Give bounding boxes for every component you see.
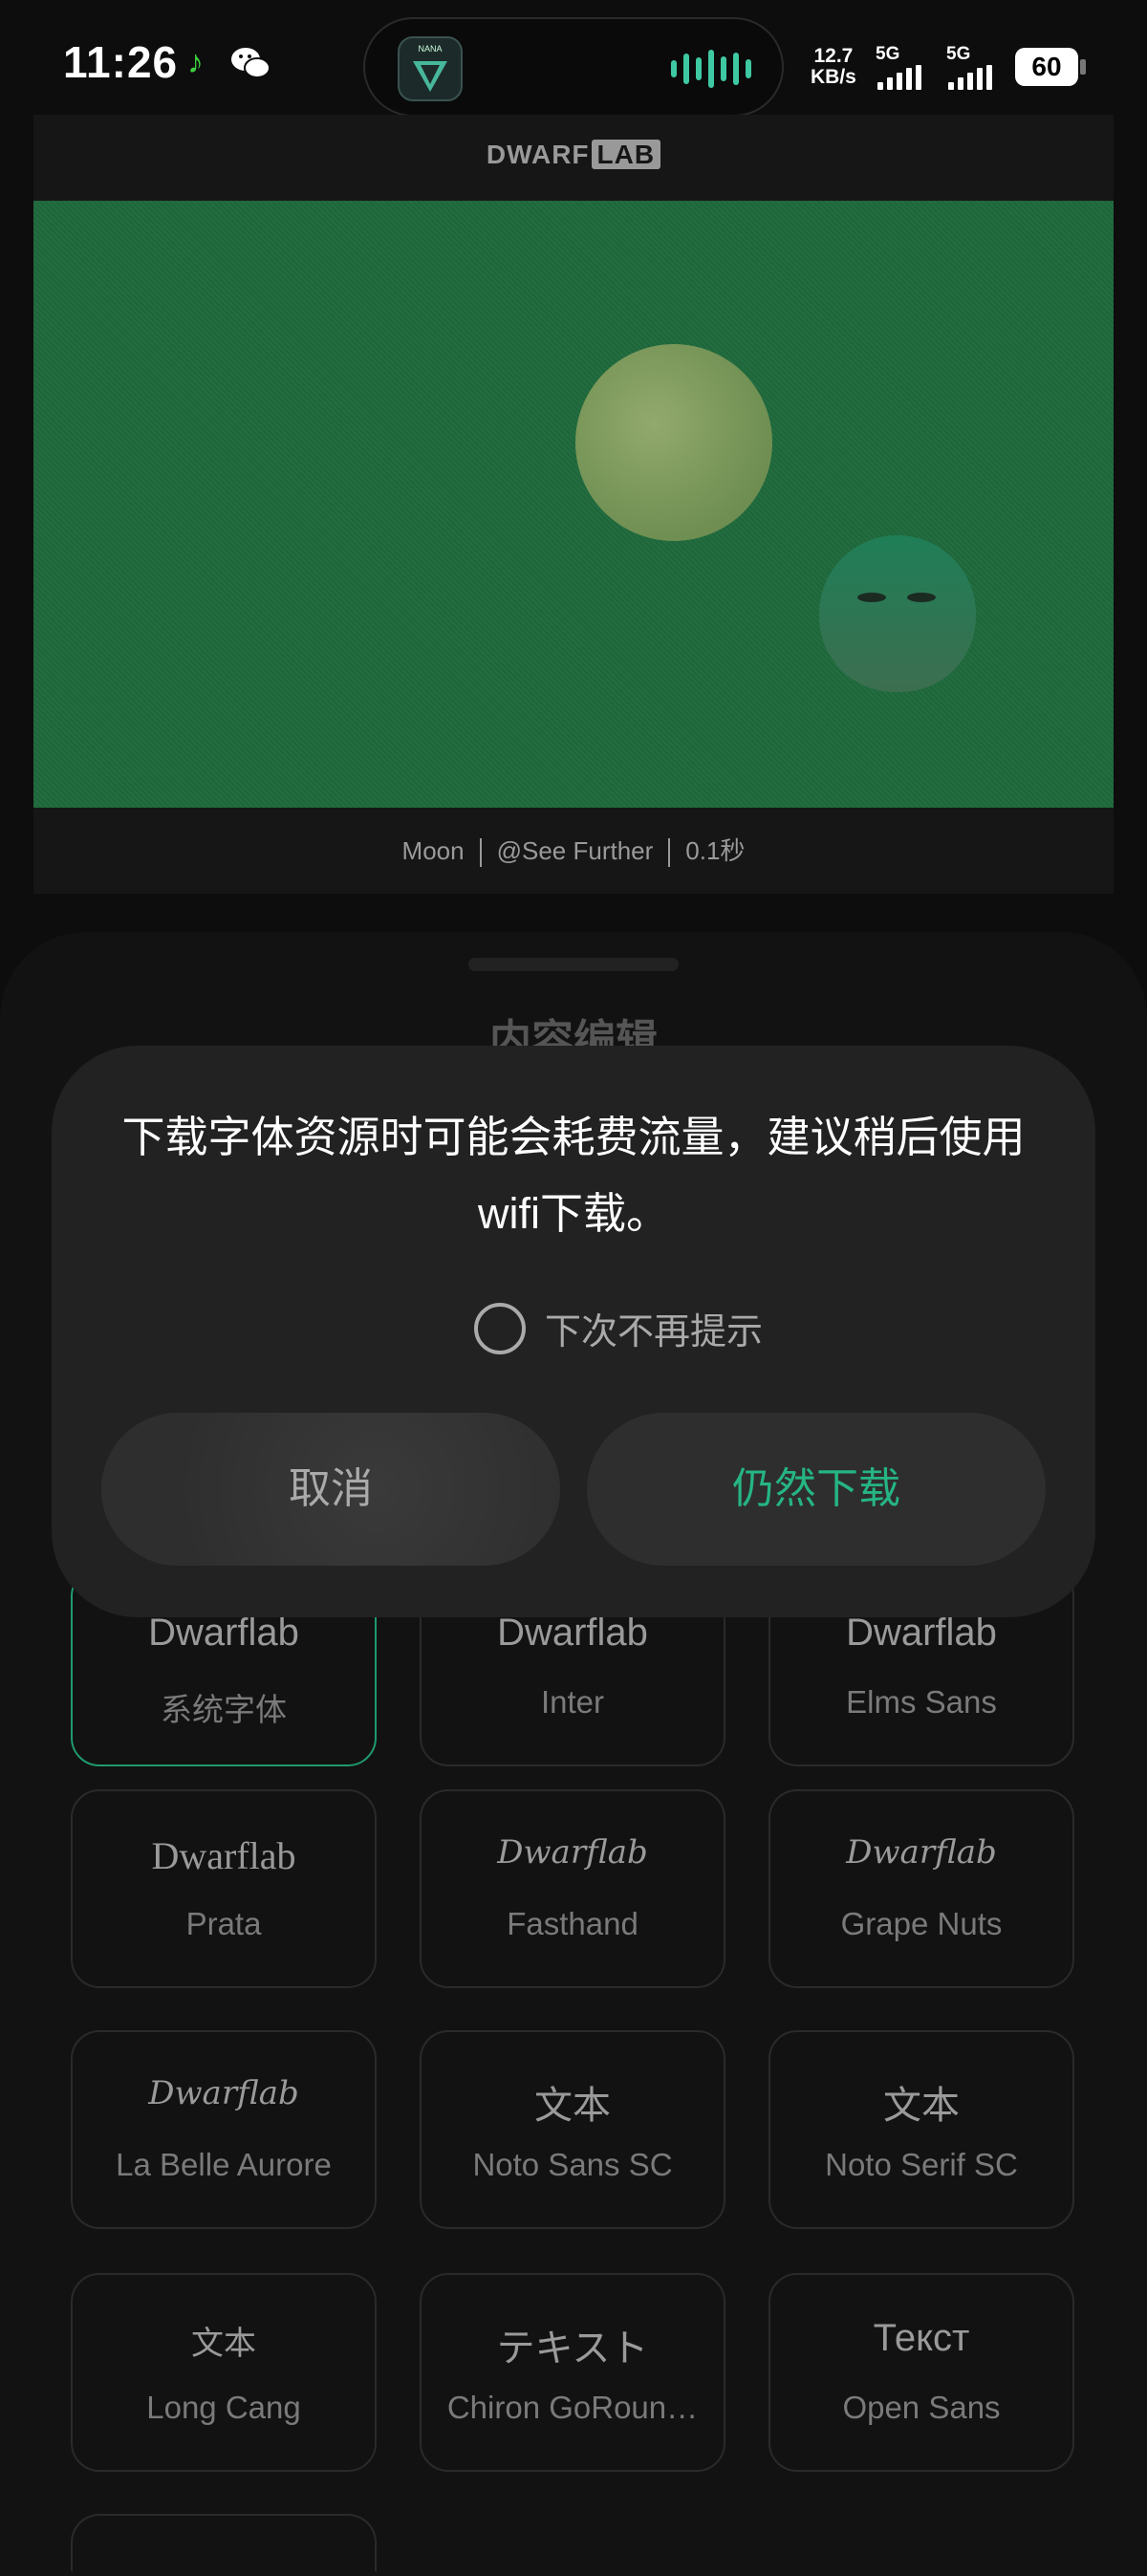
audio-wave-icon (671, 50, 751, 88)
music-note-icon: ♪ (187, 44, 204, 80)
dialog-message: 下载字体资源时可能会耗费流量，建议稍后使用 wifi下载。 (121, 1113, 1026, 1238)
checkbox-label: 下次不再提示 (545, 1312, 764, 1353)
font-tile-open-sans[interactable]: Текст Open Sans (768, 2273, 1074, 2472)
font-tile-chiron-goround[interactable]: テキスト Chiron GoRoun… (420, 2273, 725, 2472)
moon-photo[interactable] (33, 201, 1114, 808)
font-tile-prata[interactable]: Dwarflab Prata (71, 1789, 377, 1988)
caption-author: @See Further (496, 836, 654, 865)
battery-tip (1080, 59, 1086, 75)
status-bar: 11:26 ♪ NANA 12.7 KB/s 5G 5G 60 (0, 0, 1147, 117)
checkbox-circle-icon[interactable] (474, 1302, 526, 1354)
dont-remind-checkbox[interactable]: 下次不再提示 (474, 1302, 763, 1354)
moon-image (575, 344, 772, 541)
download-anyway-button[interactable]: 仍然下载 (587, 1413, 1046, 1566)
nana-app-logo: NANA (398, 36, 463, 101)
font-tile-fasthand[interactable]: Dwarflab Fasthand (420, 1789, 725, 1988)
font-tile-partial[interactable] (71, 2514, 377, 2571)
brand-logo: DWARF LAB (33, 140, 1114, 170)
font-tile-noto-serif-sc[interactable]: 文本 Noto Serif SC (768, 2030, 1074, 2229)
net-speed: 12.7 KB/s (811, 45, 856, 88)
font-tile-la-belle-aurore[interactable]: Dwarflab La Belle Aurore (71, 2030, 377, 2229)
download-warning-dialog: 下载字体资源时可能会耗费流量，建议稍后使用 wifi下载。 下次不再提示 取消 … (52, 1046, 1095, 1617)
mascot-sticker[interactable] (819, 535, 976, 692)
caption-subject: Moon (401, 836, 465, 865)
font-tile-noto-sans-sc[interactable]: 文本 Noto Sans SC (420, 2030, 725, 2229)
photo-caption: Moon @See Further 0.1秒 (33, 832, 1114, 868)
dynamic-island[interactable]: NANA (363, 17, 784, 117)
font-tile-grape-nuts[interactable]: Dwarflab Grape Nuts (768, 1789, 1074, 1988)
caption-exposure: 0.1秒 (685, 836, 746, 865)
wechat-icon (229, 44, 271, 91)
cancel-button[interactable]: 取消 (101, 1413, 560, 1566)
sheet-drag-handle[interactable] (468, 958, 679, 971)
font-tile-long-cang[interactable]: 文本 Long Cang (71, 2273, 377, 2472)
photo-preview-card: DWARF LAB Moon @See Further 0.1秒 (33, 115, 1114, 894)
battery-icon: 60 (1015, 48, 1078, 86)
status-time: 11:26 (63, 37, 179, 87)
